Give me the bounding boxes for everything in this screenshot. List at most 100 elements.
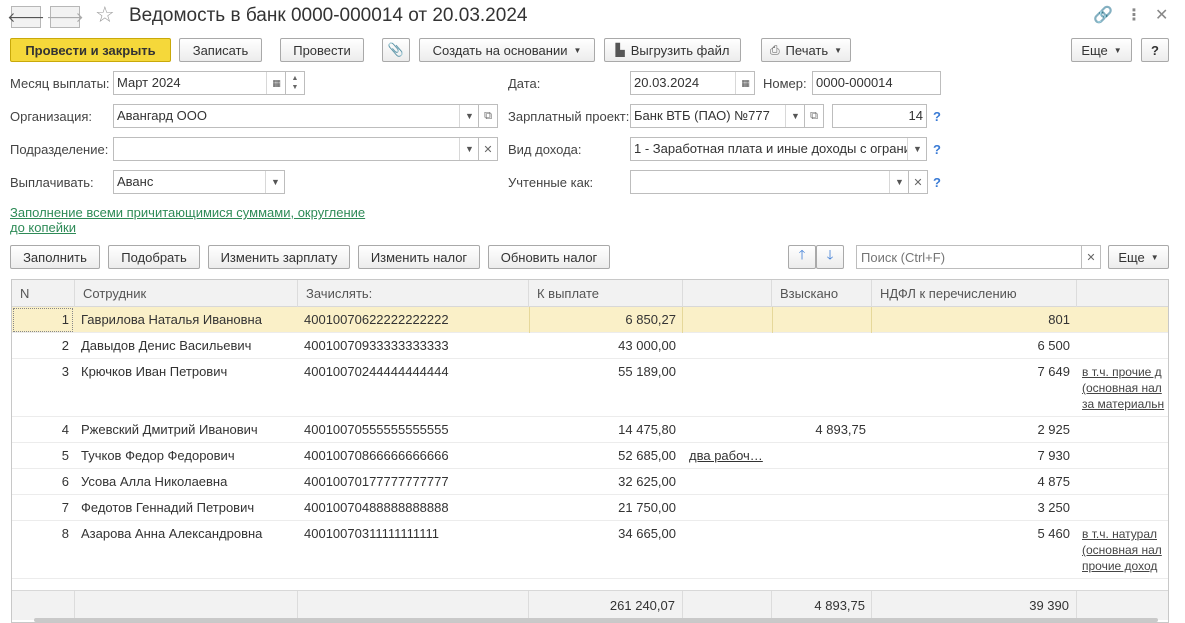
table-row[interactable]: 8 Азарова Анна Александровна 40010070311…	[12, 521, 1168, 579]
cell-employee: Ржевский Дмитрий Иванович	[81, 422, 258, 437]
cell-divider	[772, 307, 872, 333]
month-field[interactable]: Март 2024 ▦	[113, 71, 286, 95]
cell-note-line[interactable]: (основная нал	[1082, 380, 1162, 396]
chevron-down-icon[interactable]: ▼	[907, 138, 926, 160]
pay-field[interactable]: Аванс ▼	[113, 170, 285, 194]
cell-n: 1	[61, 312, 69, 327]
fill-mode-link-line2[interactable]: до копейки	[10, 220, 365, 235]
clear-division-button[interactable]: ✕	[478, 137, 498, 161]
link-icon[interactable]: 🔗	[1093, 5, 1113, 25]
cell-divider	[529, 307, 683, 333]
more-button[interactable]: Еще ▼	[1071, 38, 1132, 62]
stepper-down-icon[interactable]: ▼	[292, 83, 299, 92]
table-row[interactable]: 4 Ржевский Дмитрий Иванович 400100705555…	[12, 417, 1168, 443]
cell-note-line[interactable]: в т.ч. натурал	[1082, 526, 1157, 542]
cell-ndfl: 6 500	[1037, 338, 1070, 353]
back-button[interactable]: 🡐	[7, 6, 45, 28]
cell-employee: Тучков Федор Федорович	[81, 448, 235, 463]
create-based-label: Создать на основании	[432, 42, 568, 58]
help-icon[interactable]: ?	[933, 109, 941, 124]
print-button[interactable]: ⎙ Печать ▼	[761, 38, 851, 62]
search-input[interactable]	[856, 245, 1082, 269]
change-salary-button[interactable]: Изменить зарплату	[208, 245, 350, 269]
table-row[interactable]: 1 Гаврилова Наталья Ивановна 40010070622…	[12, 307, 1168, 333]
table-row[interactable]: 7 Федотов Геннадий Петрович 400100704888…	[12, 495, 1168, 521]
pick-button[interactable]: Подобрать	[108, 245, 200, 269]
change-tax-button[interactable]: Изменить налог	[358, 245, 480, 269]
organization-field[interactable]: Авангард ООО ▼	[113, 104, 479, 128]
cell-extra-link[interactable]: два рабоч…	[689, 443, 769, 469]
table-row[interactable]: 5 Тучков Федор Федорович 400100708666666…	[12, 443, 1168, 469]
salary-project-code-field[interactable]: 14	[832, 104, 927, 128]
table-row[interactable]: 3 Крючков Иван Петрович 4001007024444444…	[12, 359, 1168, 417]
column-header-extra[interactable]	[683, 280, 772, 307]
update-tax-button[interactable]: Обновить налог	[488, 245, 610, 269]
attach-button[interactable]: 📎	[382, 38, 410, 62]
create-based-button[interactable]: Создать на основании ▼	[419, 38, 595, 62]
chevron-down-icon[interactable]: ▼	[785, 105, 804, 127]
month-stepper[interactable]: ▲ ▼	[285, 71, 305, 95]
income-type-field[interactable]: 1 - Заработная плата и иные доходы с огр…	[630, 137, 927, 161]
total-ndfl: 39 390	[872, 591, 1077, 621]
division-field[interactable]: ▼	[113, 137, 479, 161]
salary-project-field[interactable]: Банк ВТБ (ПАО) №777 ▼	[630, 104, 805, 128]
post-and-close-button[interactable]: Провести и закрыть	[10, 38, 171, 62]
post-button[interactable]: Провести	[280, 38, 364, 62]
close-icon[interactable]: ✕	[1155, 5, 1168, 25]
chevron-down-icon[interactable]: ▼	[459, 138, 478, 160]
chevron-down-icon[interactable]: ▼	[459, 105, 478, 127]
cell-pay: 14 475,80	[618, 422, 676, 437]
table-more-button[interactable]: Еще ▼	[1108, 245, 1169, 269]
table-row[interactable]: 2 Давыдов Денис Васильевич 4001007093333…	[12, 333, 1168, 359]
open-salary-project-button[interactable]: ⧉	[804, 104, 824, 128]
table-header: N Сотрудник Зачислять: К выплате Взыскан…	[12, 280, 1168, 307]
help-button[interactable]: ?	[1141, 38, 1169, 62]
column-header-ndfl[interactable]: НДФЛ к перечислению	[872, 280, 1077, 307]
cell-note-line[interactable]: за материальн	[1082, 396, 1164, 412]
footer-cell	[75, 591, 298, 621]
move-up-button[interactable]: 🡑	[788, 245, 816, 269]
fill-mode-link[interactable]: Заполнение всеми причитающимися суммами,…	[10, 205, 365, 235]
cell-note-line[interactable]: прочие доход	[1082, 558, 1157, 574]
save-button[interactable]: Записать	[179, 38, 262, 62]
stepper-up-icon[interactable]: ▲	[292, 74, 299, 83]
help-icon[interactable]: ?	[933, 175, 941, 190]
move-down-button[interactable]: 🡓	[816, 245, 844, 269]
counted-field[interactable]: ▼	[630, 170, 909, 194]
table-row[interactable]: 6 Усова Алла Николаевна 4001007017777777…	[12, 469, 1168, 495]
favorite-star-icon[interactable]: ☆	[95, 2, 115, 28]
calendar-icon[interactable]: ▦	[266, 72, 285, 94]
chevron-down-icon[interactable]: ▼	[265, 171, 284, 193]
arrow-up-icon: 🡑	[798, 247, 806, 262]
cell-note-line[interactable]: в т.ч. прочие д	[1082, 364, 1162, 380]
fill-mode-link-line1[interactable]: Заполнение всеми причитающимися суммами,…	[10, 205, 365, 220]
clear-search-button[interactable]: ✕	[1081, 245, 1101, 269]
cell-pay: 52 685,00	[618, 448, 676, 463]
pay-value: Аванс	[117, 174, 154, 189]
number-field[interactable]: 0000-000014	[812, 71, 941, 95]
open-organization-button[interactable]: ⧉	[478, 104, 498, 128]
column-header-n[interactable]: N	[12, 280, 75, 307]
cell-n: 6	[61, 474, 69, 489]
column-header-account[interactable]: Зачислять:	[298, 280, 529, 307]
date-field[interactable]: 20.03.2024 ▦	[630, 71, 755, 95]
chevron-down-icon[interactable]: ▼	[889, 171, 908, 193]
more-vertical-icon[interactable]: ⋮	[1126, 5, 1142, 25]
fill-button[interactable]: Заполнить	[10, 245, 100, 269]
cell-account: 40010070244444444444	[304, 364, 449, 379]
column-header-collected[interactable]: Взыскано	[772, 280, 872, 307]
column-header-pay[interactable]: К выплате	[529, 280, 683, 307]
column-header-employee[interactable]: Сотрудник	[75, 280, 298, 307]
help-icon[interactable]: ?	[933, 142, 941, 157]
pay-label: Выплачивать:	[10, 175, 94, 190]
cell-ndfl: 3 250	[1037, 500, 1070, 515]
calendar-icon[interactable]: ▦	[735, 72, 754, 94]
horizontal-scrollbar[interactable]	[34, 618, 1158, 622]
forward-button[interactable]: 🡒	[46, 6, 84, 28]
counted-label: Учтенные как:	[508, 175, 594, 190]
clear-counted-button[interactable]: ✕	[908, 170, 928, 194]
cell-note-line[interactable]: (основная нал	[1082, 542, 1162, 558]
employees-table[interactable]: N Сотрудник Зачислять: К выплате Взыскан…	[11, 279, 1169, 623]
table-more-label: Еще	[1118, 249, 1145, 265]
upload-file-button[interactable]: ▙ Выгрузить файл	[604, 38, 741, 62]
